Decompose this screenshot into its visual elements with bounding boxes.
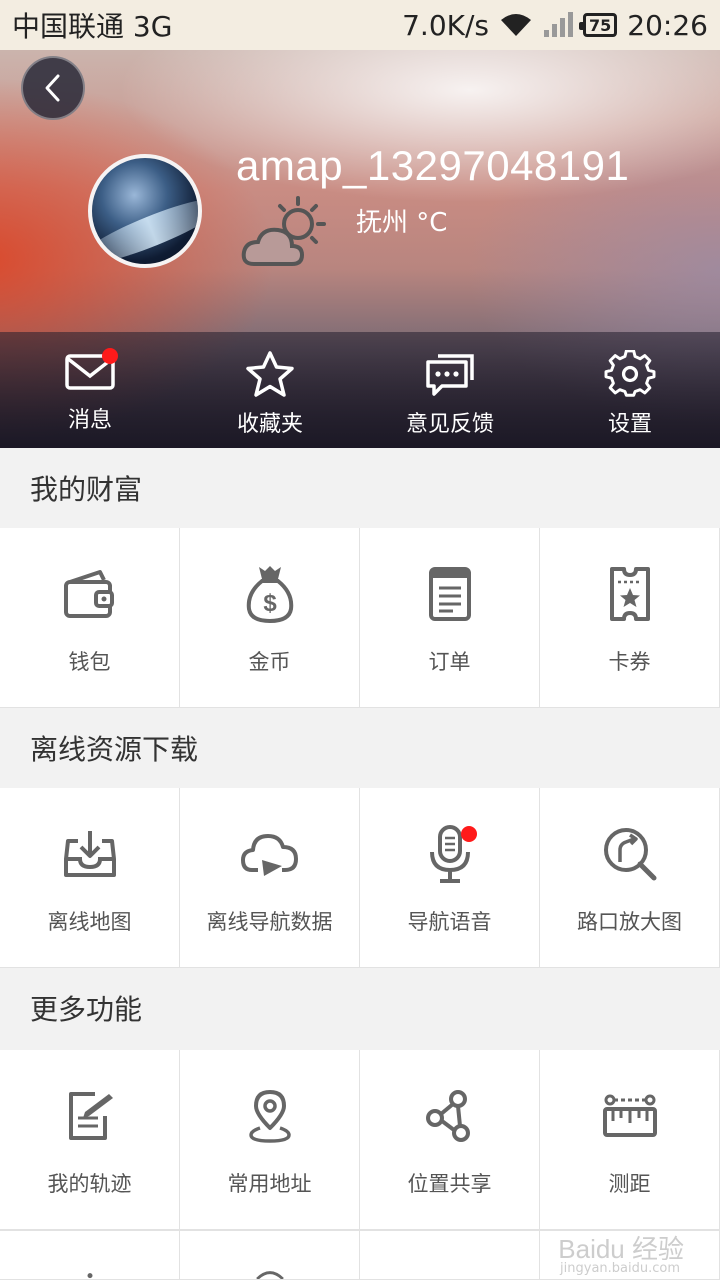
wallet-item[interactable]: 钱包 [0,528,180,708]
svg-text:$: $ [263,590,277,617]
offline-map-item[interactable]: 离线地图 [0,788,180,968]
clock: 20:26 [627,8,708,42]
more-features-grid: 我的轨迹 常用地址 位置共享 测距 [0,1050,720,1230]
wifi-icon [499,12,533,38]
city-weather: 抚州 °C [356,208,448,238]
section-title-wealth: 我的财富 [0,448,720,528]
coupon-icon [598,562,662,626]
chevron-left-icon [45,74,60,102]
message-badge [102,348,118,364]
offline-nav-data-label: 离线导航数据 [206,910,333,934]
star-icon [246,351,294,397]
partial-item-2[interactable] [180,1230,360,1280]
my-track-item[interactable]: 我的轨迹 [0,1050,180,1230]
coupons-item[interactable]: 卡券 [540,528,720,708]
settings-label: 设置 [607,412,652,437]
signal-icon [543,12,574,38]
partial-item-1[interactable] [0,1230,180,1280]
coins-item[interactable]: $ 金币 [180,528,360,708]
order-icon [418,562,482,626]
orders-label: 订单 [428,650,471,674]
wealth-grid: 钱包 $ 金币 订单 卡券 [0,528,720,708]
partial-icon-2 [255,1271,284,1279]
junction-zoom-label: 路口放大图 [577,910,682,934]
location-share-item[interactable]: 位置共享 [360,1050,540,1230]
battery-icon: 75 [579,13,618,37]
nav-voice-item[interactable]: 导航语音 [360,788,540,968]
nav-voice-label: 导航语音 [407,910,492,934]
section-title-more: 更多功能 [0,968,720,1048]
favorites-label: 收藏夹 [236,412,303,437]
measure-distance-item[interactable]: 测距 [540,1050,720,1230]
location-share-label: 位置共享 [407,1172,492,1196]
favorites-button[interactable]: 收藏夹 [180,332,360,448]
messages-button[interactable]: 消息 [0,332,180,448]
watermark-url: jingyan.baidu.com [560,1261,680,1276]
weather-cloud-sun-icon [240,192,332,276]
messages-label: 消息 [67,408,112,433]
status-bar: 中国联通 3G 7.0K/s 75 20:26 [0,0,720,50]
track-icon [58,1084,122,1148]
orders-item[interactable]: 订单 [360,528,540,708]
gear-icon [604,350,656,397]
coins-label: 金币 [248,650,291,674]
money-bag-icon: $ [238,562,302,626]
network-speed: 7.0K/s [402,8,490,42]
quick-actions-bar: 消息 收藏夹 意见反馈 设置 [0,332,720,448]
section-title-offline: 离线资源下载 [0,708,720,788]
my-track-label: 我的轨迹 [47,1172,132,1196]
offline-nav-data-item[interactable]: 离线导航数据 [180,788,360,968]
feedback-button[interactable]: 意见反馈 [360,332,540,448]
nav-voice-badge [461,826,477,842]
measure-distance-label: 测距 [608,1172,651,1196]
common-address-item[interactable]: 常用地址 [180,1050,360,1230]
avatar[interactable] [88,154,202,268]
back-button[interactable] [21,56,85,120]
status-right: 7.0K/s 75 20:26 [402,9,708,42]
partial-icon-1 [87,1273,92,1279]
junction-zoom-icon [598,822,662,886]
wallet-icon [58,562,122,626]
junction-zoom-item[interactable]: 路口放大图 [540,788,720,968]
feedback-icon [426,354,474,396]
cloud-nav-icon [238,822,302,886]
profile-screen: 中国联通 3G 7.0K/s 75 20:26 amap_13297048191 [0,0,720,1280]
offline-map-label: 离线地图 [47,910,132,934]
partial-item-3 [360,1230,540,1280]
feedback-label: 意见反馈 [405,412,494,437]
wallet-label: 钱包 [68,650,111,674]
offline-grid: 离线地图 离线导航数据 导航语音 路口放大图 [0,788,720,968]
coupons-label: 卡券 [608,650,651,674]
ruler-icon [598,1084,662,1148]
settings-button[interactable]: 设置 [540,332,720,448]
profile-header: amap_13297048191 抚州 °C 消息 收藏夹 意见反馈 设置 [0,50,720,448]
carrier-label: 中国联通 3G [12,10,173,43]
share-icon [418,1084,482,1148]
location-pin-icon [238,1084,302,1148]
download-tray-icon [58,822,122,886]
common-address-label: 常用地址 [227,1172,312,1196]
username: amap_13297048191 [236,142,630,189]
